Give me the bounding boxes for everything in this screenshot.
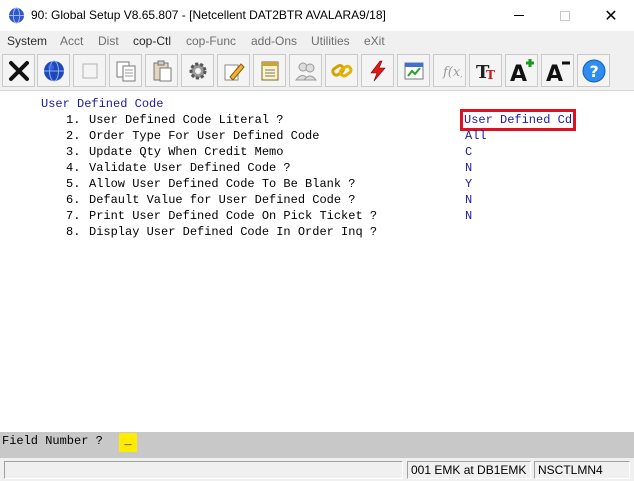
lightning-icon	[369, 60, 386, 81]
help-button[interactable]: ?	[577, 54, 610, 87]
menu-system[interactable]: System	[7, 34, 47, 48]
status-panel-user: 001 EMK at DB1EMK	[407, 461, 531, 479]
field-6-value[interactable]: N	[465, 192, 472, 208]
notepad-icon	[261, 61, 278, 80]
menu-cop-ctl[interactable]: cop-Ctl	[133, 34, 171, 48]
status-bar: 001 EMK at DB1EMK NSCTLMN4	[0, 458, 634, 481]
window-title: 90: Global Setup V8.65.807 - [Netcellent…	[31, 8, 386, 22]
svg-text:?: ?	[589, 62, 598, 81]
font-button[interactable]: TT	[469, 54, 502, 87]
field-5-value[interactable]: Y	[465, 176, 472, 192]
users-button[interactable]	[289, 54, 322, 87]
font-increase-letter: A	[510, 62, 527, 84]
field-1-num: 1.	[66, 113, 81, 127]
blank-button[interactable]	[73, 54, 106, 87]
edit-button[interactable]	[217, 54, 250, 87]
field-6-label: Default Value for User Defined Code ?	[89, 193, 356, 207]
field-2-value[interactable]: All	[465, 128, 487, 144]
font-decrease-icon: A	[546, 61, 570, 84]
settings-gear-icon	[189, 62, 206, 79]
run-button[interactable]	[361, 54, 394, 87]
title-bar: 90: Global Setup V8.65.807 - [Netcellent…	[0, 0, 634, 31]
field-4-num: 4.	[66, 161, 81, 175]
field-4-value[interactable]: N	[465, 160, 472, 176]
function-button[interactable]: f(x)	[433, 54, 466, 87]
font-increase-button[interactable]: A	[505, 54, 538, 87]
field-2-num: 2.	[66, 129, 81, 143]
paste-button[interactable]	[145, 54, 178, 87]
edit-pencil-icon	[224, 62, 245, 81]
font-decrease-letter: A	[546, 62, 563, 84]
field-7-label: Print User Defined Code On Pick Ticket ?	[89, 209, 378, 223]
field-1-label: User Defined Code Literal ?	[89, 113, 284, 127]
maximize-icon	[560, 10, 570, 21]
settings-button[interactable]	[181, 54, 214, 87]
paste-icon	[153, 60, 171, 81]
blank-icon	[82, 63, 97, 78]
screen-heading: User Defined Code	[41, 97, 164, 111]
field-3-num: 3.	[66, 145, 81, 159]
field-6-num: 6.	[66, 193, 81, 207]
status-panel-message	[4, 461, 403, 479]
spreadsheet-icon	[404, 62, 423, 79]
users-icon	[294, 62, 317, 80]
menu-utilities[interactable]: Utilities	[311, 34, 350, 48]
field-8-num: 8.	[66, 225, 81, 239]
maximize-button[interactable]	[542, 0, 588, 31]
field-3-label: Update Qty When Credit Memo	[89, 145, 284, 159]
minimize-icon	[514, 15, 524, 16]
status-panel-program: NSCTLMN4	[534, 461, 630, 479]
app-globe-icon	[9, 7, 24, 24]
field-8-label: Display User Defined Code In Order Inq ?	[89, 225, 378, 239]
field-5-label: Allow User Defined Code To Be Blank ?	[89, 177, 356, 191]
spreadsheet-button[interactable]	[397, 54, 430, 87]
copy-button[interactable]	[109, 54, 142, 87]
menu-exit[interactable]: eXit	[364, 34, 385, 48]
field-2-label: Order Type For User Defined Code	[89, 129, 320, 143]
menu-dist[interactable]: Dist	[98, 34, 119, 48]
field-7-value[interactable]: N	[465, 208, 472, 224]
toolbar: f(x) TT A A ?	[0, 51, 634, 91]
field-number-prompt: Field Number ?	[2, 434, 103, 448]
minimize-button[interactable]	[496, 0, 542, 31]
menu-bar: System Acct Dist cop-Ctl cop-Func add-On…	[0, 31, 634, 51]
field-4-label: Validate User Defined Code ?	[89, 161, 291, 175]
svg-text:f(x): f(x)	[442, 65, 462, 80]
exit-button[interactable]	[2, 54, 35, 87]
field-7-num: 7.	[66, 209, 81, 223]
font-increase-icon: A	[510, 58, 534, 84]
close-button[interactable]: ✕	[588, 0, 634, 31]
close-icon: ✕	[604, 5, 618, 25]
field-3-value[interactable]: C	[465, 144, 472, 160]
link-icon	[330, 63, 353, 77]
field-1-value[interactable]: User Defined Cd	[459, 109, 577, 131]
field-number-input[interactable]: _	[119, 433, 137, 452]
link-button[interactable]	[325, 54, 358, 87]
help-icon: ?	[582, 59, 605, 82]
font-decrease-button[interactable]: A	[541, 54, 574, 87]
globe-button[interactable]	[37, 54, 70, 87]
notepad-button[interactable]	[253, 54, 286, 87]
svg-text:T: T	[486, 68, 495, 82]
menu-cop-func[interactable]: cop-Func	[186, 34, 236, 48]
menu-add-ons[interactable]: add-Ons	[251, 34, 297, 48]
copy-icon	[116, 61, 135, 81]
field-number-prompt-bar: Field Number ? _	[0, 432, 634, 458]
terminal-screen: User Defined Code 1. User Defined Code L…	[0, 92, 634, 432]
globe-icon	[43, 60, 64, 81]
field-5-num: 5.	[66, 177, 81, 191]
menu-acct[interactable]: Acct	[60, 34, 83, 48]
function-icon: f(x)	[442, 65, 462, 80]
font-icon: TT	[476, 62, 495, 83]
exit-x-icon	[8, 60, 29, 81]
